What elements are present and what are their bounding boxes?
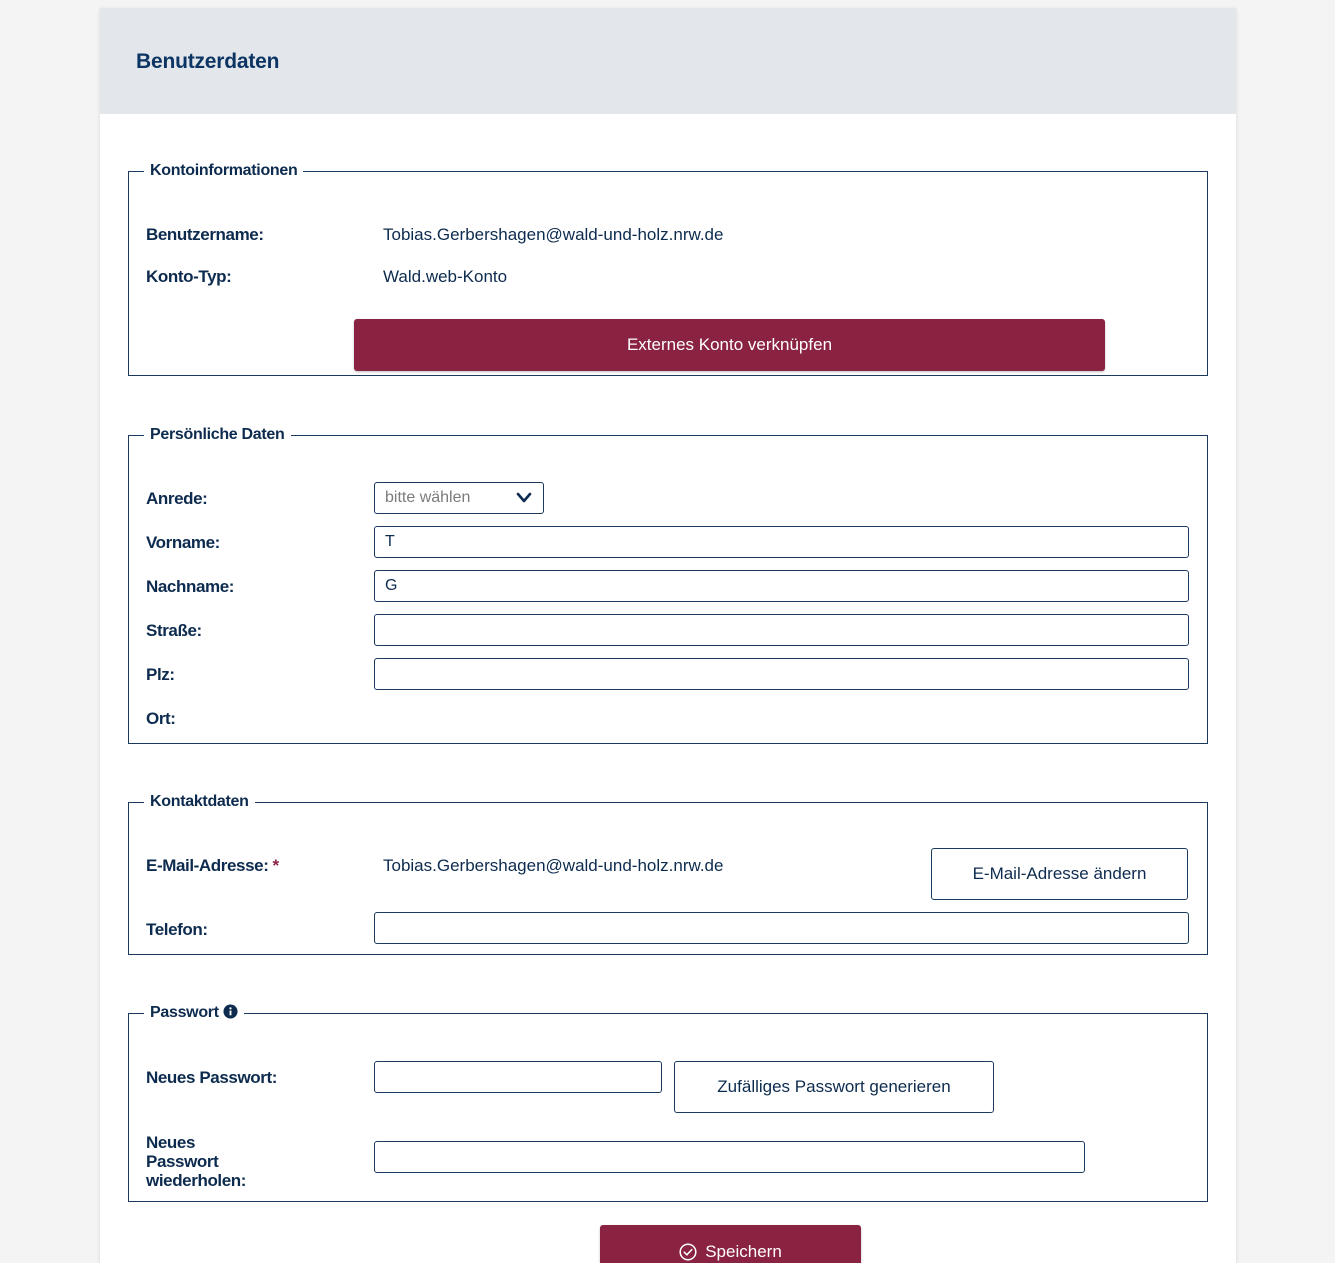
save-button-label: Speichern xyxy=(705,1242,782,1261)
email-label: E-Mail-Adresse: * xyxy=(146,856,279,876)
last-name-label: Nachname: xyxy=(146,577,235,596)
contact-data-section: Kontaktdaten E-Mail-Adresse: * Tobias.Ger… xyxy=(128,793,1208,955)
password-legend: Passwort xyxy=(144,1004,244,1022)
user-data-card: Benutzerdaten Kontoinformationen Benutze… xyxy=(100,8,1236,1263)
city-label: Ort: xyxy=(146,709,176,728)
street-label: Straße: xyxy=(146,621,202,640)
repeat-password-input[interactable] xyxy=(374,1141,1085,1173)
first-name-label: Vorname: xyxy=(146,533,220,552)
check-circle-icon xyxy=(679,1243,697,1261)
account-type-value: Wald.web-Konto xyxy=(383,267,508,286)
contact-data-legend: Kontaktdaten xyxy=(150,793,249,810)
chevron-down-icon xyxy=(516,492,532,503)
account-info-legend: Kontoinformationen xyxy=(150,162,298,179)
info-circle-icon[interactable] xyxy=(223,1004,238,1019)
link-external-account-button[interactable]: Externes Konto verknüpfen xyxy=(354,319,1105,371)
street-input[interactable] xyxy=(374,614,1189,646)
save-button[interactable]: Speichern xyxy=(600,1225,861,1263)
repeat-password-label-line2: Passwort xyxy=(146,1152,219,1171)
zip-label: Plz: xyxy=(146,665,175,684)
last-name-input[interactable] xyxy=(374,570,1189,602)
zip-input[interactable] xyxy=(374,658,1189,690)
generate-password-button[interactable]: Zufälliges Passwort generieren xyxy=(674,1061,994,1113)
phone-input[interactable] xyxy=(374,912,1189,944)
personal-data-section: Persönliche Daten Anrede: bitte wählen V… xyxy=(128,426,1208,744)
repeat-password-label-line3: wiederholen: xyxy=(146,1171,247,1190)
phone-label: Telefon: xyxy=(146,920,208,939)
personal-data-legend: Persönliche Daten xyxy=(150,426,285,443)
salutation-select[interactable]: bitte wählen xyxy=(374,482,544,514)
salutation-selected-value: bitte wählen xyxy=(385,489,471,506)
repeat-password-label-line1: Neues xyxy=(146,1133,196,1152)
account-type-label: Konto-Typ: xyxy=(146,267,232,286)
email-value: Tobias.Gerbershagen@wald-und-holz.nrw.de xyxy=(383,856,724,875)
password-section: Passwort Neues Passwort: Zufälliges Pass… xyxy=(128,1004,1208,1202)
salutation-label: Anrede: xyxy=(146,489,208,508)
first-name-input[interactable] xyxy=(374,526,1189,558)
username-label: Benutzername: xyxy=(146,225,264,244)
new-password-input[interactable] xyxy=(374,1061,662,1093)
username-value: Tobias.Gerbershagen@wald-und-holz.nrw.de xyxy=(383,225,724,244)
page-title: Benutzerdaten xyxy=(136,50,280,73)
new-password-label: Neues Passwort: xyxy=(146,1068,277,1087)
password-legend-text: Passwort xyxy=(150,1004,219,1021)
card-header: Benutzerdaten xyxy=(100,8,1236,114)
repeat-password-label: Neues Passwort wiederholen: xyxy=(146,1133,246,1190)
email-label-text: E-Mail-Adresse: xyxy=(146,856,269,875)
required-marker: * xyxy=(272,856,279,875)
change-email-button[interactable]: E-Mail-Adresse ändern xyxy=(931,848,1188,900)
